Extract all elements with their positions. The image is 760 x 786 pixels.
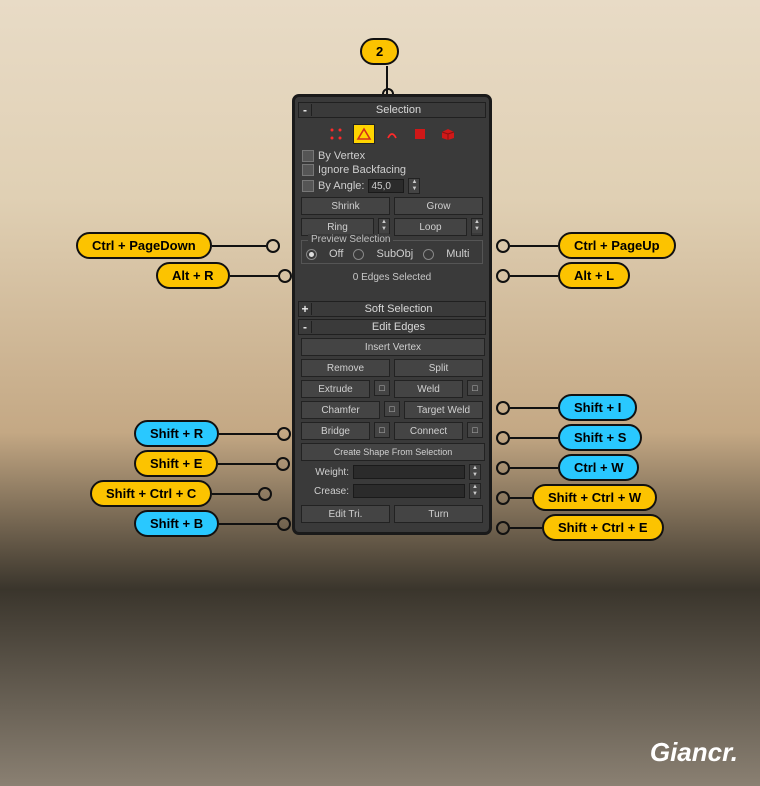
rollout-toggle[interactable]: - — [299, 104, 312, 116]
checkbox-icon[interactable] — [302, 150, 314, 162]
spinner-arrows[interactable]: ▲▼ — [469, 483, 481, 499]
callout-shift-ctrl-w: Shift + Ctrl + W — [496, 484, 657, 511]
subobject-icons — [298, 124, 486, 144]
callout-shift-i: Shift + I — [496, 394, 637, 421]
extrude-button[interactable]: Extrude — [301, 380, 370, 398]
spinner-arrows[interactable]: ▲▼ — [469, 464, 481, 480]
modify-panel: - Selection By Vertex Ignore Backfacing … — [292, 94, 492, 535]
radio-off[interactable] — [306, 249, 317, 260]
rollout-selection[interactable]: - Selection — [298, 102, 486, 118]
callout-lead — [386, 66, 388, 94]
edit-tri-button[interactable]: Edit Tri. — [301, 505, 390, 523]
callout-shift-ctrl-c: Shift + Ctrl + C — [90, 480, 272, 507]
checkbox-icon[interactable] — [302, 180, 314, 192]
callout-ctrl-pageup: Ctrl + PageUp — [496, 232, 676, 259]
loop-button[interactable]: Loop — [394, 218, 467, 236]
rollout-title: Edit Edges — [312, 320, 485, 334]
callout-shift-b: Shift + B — [134, 510, 291, 537]
spinner-arrows[interactable]: ▲▼ — [408, 178, 420, 194]
by-angle-input[interactable] — [368, 179, 404, 193]
bridge-settings-button[interactable]: □ — [374, 422, 390, 438]
shrink-button[interactable]: Shrink — [301, 197, 390, 215]
callout-ctrl-w: Ctrl + W — [496, 454, 639, 481]
remove-button[interactable]: Remove — [301, 359, 390, 377]
by-vertex-label: By Vertex — [318, 150, 365, 162]
callout-shift-r: Shift + R — [134, 420, 291, 447]
insert-vertex-button[interactable]: Insert Vertex — [301, 338, 485, 356]
element-icon[interactable] — [437, 124, 459, 144]
radio-multi[interactable] — [423, 249, 434, 260]
vertex-icon[interactable] — [325, 124, 347, 144]
crease-label: Crease: — [303, 486, 349, 497]
checkbox-icon[interactable] — [302, 164, 314, 176]
edge-icon[interactable] — [353, 124, 375, 144]
spinner-arrows[interactable]: ▲▼ — [471, 218, 483, 236]
selection-status: 0 Edges Selected — [298, 272, 486, 283]
by-angle-row[interactable]: By Angle: ▲▼ — [302, 178, 482, 194]
top-subobject-callout: 2 — [360, 38, 399, 65]
polygon-icon[interactable] — [409, 124, 431, 144]
radio-off-label: Off — [329, 248, 343, 260]
radio-subobj-label: SubObj — [376, 248, 413, 260]
brand-watermark: Giancr. — [650, 737, 738, 768]
chamfer-button[interactable]: Chamfer — [301, 401, 380, 419]
grow-button[interactable]: Grow — [394, 197, 483, 215]
weight-label: Weight: — [303, 467, 349, 478]
callout-ctrl-pagedown: Ctrl + PageDown — [76, 232, 280, 259]
callout-shift-s: Shift + S — [496, 424, 642, 451]
rollout-toggle[interactable]: - — [299, 321, 312, 333]
rollout-title: Selection — [312, 103, 485, 117]
rollout-toggle[interactable]: + — [299, 303, 312, 315]
callout-shift-ctrl-e: Shift + Ctrl + E — [496, 514, 664, 541]
preview-selection-group: Preview Selection Off SubObj Multi — [301, 240, 483, 264]
connect-button[interactable]: Connect — [394, 422, 463, 440]
weld-settings-button[interactable]: □ — [467, 380, 483, 396]
chamfer-settings-button[interactable]: □ — [384, 401, 400, 417]
target-weld-button[interactable]: Target Weld — [404, 401, 483, 419]
ignore-backfacing-label: Ignore Backfacing — [318, 164, 406, 176]
rollout-soft-selection[interactable]: + Soft Selection — [298, 301, 486, 317]
create-shape-button[interactable]: Create Shape From Selection — [301, 443, 485, 461]
by-angle-label: By Angle: — [318, 180, 364, 192]
rollout-title: Soft Selection — [312, 302, 485, 316]
ignore-backfacing-row[interactable]: Ignore Backfacing — [302, 164, 482, 176]
turn-button[interactable]: Turn — [394, 505, 483, 523]
radio-subobj[interactable] — [353, 249, 364, 260]
connect-settings-button[interactable]: □ — [467, 422, 483, 438]
by-vertex-row[interactable]: By Vertex — [302, 150, 482, 162]
callout-alt-l: Alt + L — [496, 262, 630, 289]
weld-button[interactable]: Weld — [394, 380, 463, 398]
crease-input[interactable] — [353, 484, 465, 498]
preview-label: Preview Selection — [308, 234, 393, 245]
radio-multi-label: Multi — [446, 248, 469, 260]
weight-input[interactable] — [353, 465, 465, 479]
callout-alt-r: Alt + R — [156, 262, 292, 289]
border-icon[interactable] — [381, 124, 403, 144]
split-button[interactable]: Split — [394, 359, 483, 377]
rollout-edit-edges[interactable]: - Edit Edges — [298, 319, 486, 335]
callout-shift-e: Shift + E — [134, 450, 290, 477]
extrude-settings-button[interactable]: □ — [374, 380, 390, 396]
bridge-button[interactable]: Bridge — [301, 422, 370, 440]
